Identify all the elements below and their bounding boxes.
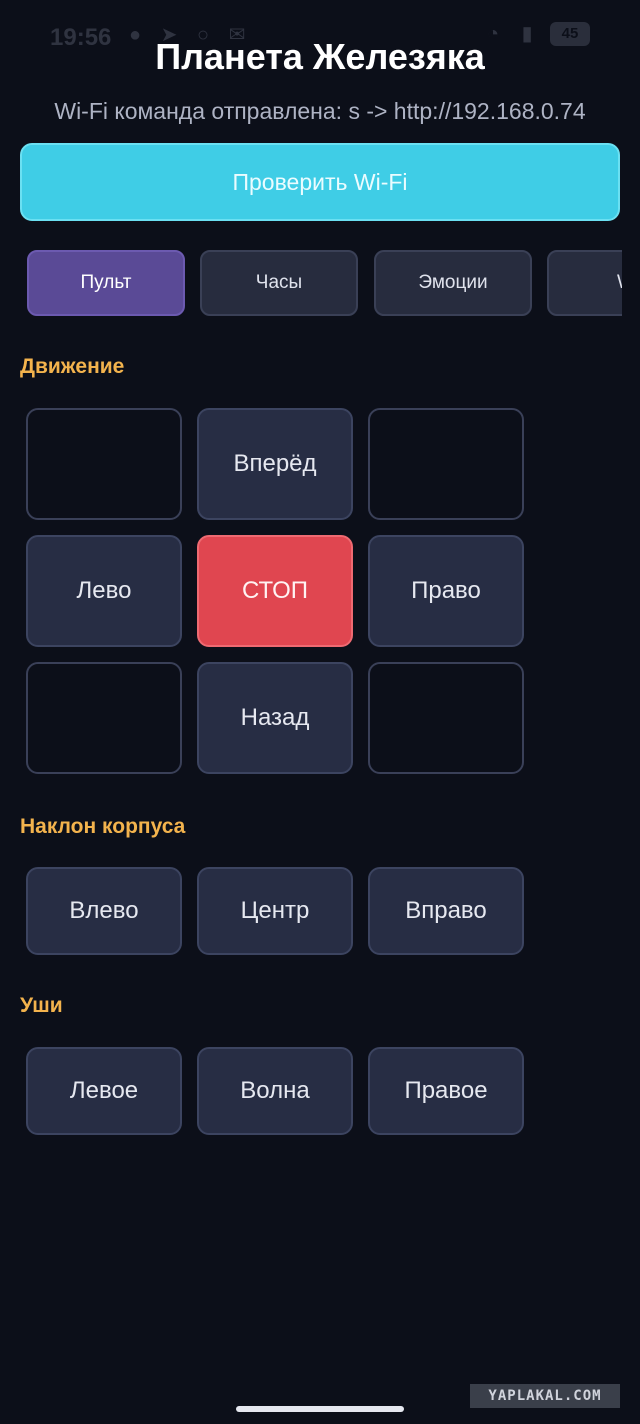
page-title: Планета Железяка: [155, 36, 485, 77]
pad-empty: [368, 408, 524, 520]
ear-left-button[interactable]: Левое: [26, 1047, 182, 1135]
pad-empty: [368, 662, 524, 774]
right-button[interactable]: Право: [368, 535, 524, 647]
ear-right-button[interactable]: Правое: [368, 1047, 524, 1135]
tab-bar: Пульт Часы Эмоции W: [20, 250, 622, 316]
tab-wifi[interactable]: W: [547, 250, 622, 316]
back-button[interactable]: Назад: [197, 662, 353, 774]
left-button[interactable]: Лево: [26, 535, 182, 647]
tilt-right-button[interactable]: Вправо: [368, 867, 524, 955]
section-tilt-title: Наклон корпуса: [20, 815, 186, 838]
tilt-center-button[interactable]: Центр: [197, 867, 353, 955]
stop-button[interactable]: СТОП: [197, 535, 353, 647]
tab-clock[interactable]: Часы: [200, 250, 358, 316]
tab-emotions[interactable]: Эмоции: [374, 250, 532, 316]
pad-empty: [26, 662, 182, 774]
wifi-status-text: Wi-Fi команда отправлена: s -> http://19…: [54, 98, 586, 124]
check-wifi-button[interactable]: Проверить Wi-Fi: [20, 143, 620, 221]
section-ears-title: Уши: [20, 994, 63, 1017]
tilt-left-button[interactable]: Влево: [26, 867, 182, 955]
pad-empty: [26, 408, 182, 520]
section-movement-title: Движение: [20, 355, 125, 378]
watermark: YAPLAKAL.COM: [470, 1384, 620, 1408]
ear-wave-button[interactable]: Волна: [197, 1047, 353, 1135]
home-indicator[interactable]: [236, 1406, 404, 1412]
tab-remote[interactable]: Пульт: [27, 250, 185, 316]
forward-button[interactable]: Вперёд: [197, 408, 353, 520]
